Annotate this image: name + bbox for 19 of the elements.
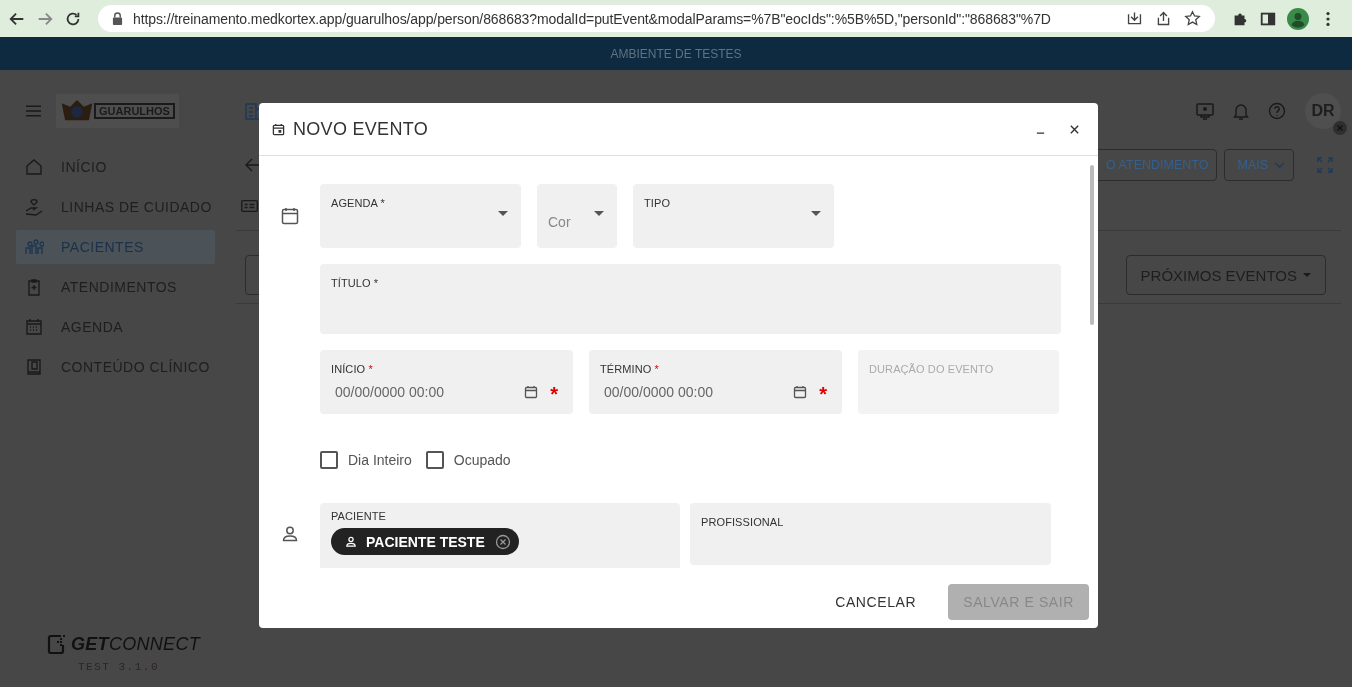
more-button[interactable]: MAIS	[1224, 149, 1294, 181]
title-field[interactable]: TÍTULO *	[320, 264, 1061, 334]
dialog-title: NOVO EVENTO	[293, 118, 428, 140]
type-select[interactable]: TIPO	[633, 184, 834, 248]
agenda-select[interactable]: AGENDA *	[320, 184, 521, 248]
banner-text: AMBIENTE DE TESTES	[610, 46, 742, 61]
date-field[interactable]: INÍCIO * 00/00/0000 00:00 *	[320, 350, 573, 414]
professional-field[interactable]: PROFISSIONAL	[690, 503, 1051, 565]
date-field[interactable]: TÉRMINO * 00/00/0000 00:00 *	[589, 350, 842, 414]
cancel-button[interactable]: CANCELAR	[820, 584, 932, 620]
checkbox-label: Dia Inteiro	[348, 452, 412, 468]
color-select[interactable]: Cor	[537, 184, 617, 248]
patient-chip[interactable]: PACIENTE TESTE	[331, 528, 519, 555]
url-text: https://treinamento.medkortex.app/guarulhos/app/person/868683?modalId=putEvent&modalParams=%7B"eocIds":%5B%5D,"personId":"868683"%7D	[133, 10, 1051, 27]
address-bar[interactable]: https://treinamento.medkortex.app/guarulhos/app/person/868683?modalId=putEvent&modalParams=%7B"eocIds":%5B%5D,"personId":"868683"%7D	[98, 5, 1215, 32]
checkbox-label: Ocupado	[453, 452, 511, 468]
patient-field[interactable]: PACIENTE PACIENTE TESTE	[320, 503, 680, 568]
field-label: PACIENTE	[331, 510, 387, 522]
chip-label: PACIENTE TESTE	[366, 533, 485, 550]
